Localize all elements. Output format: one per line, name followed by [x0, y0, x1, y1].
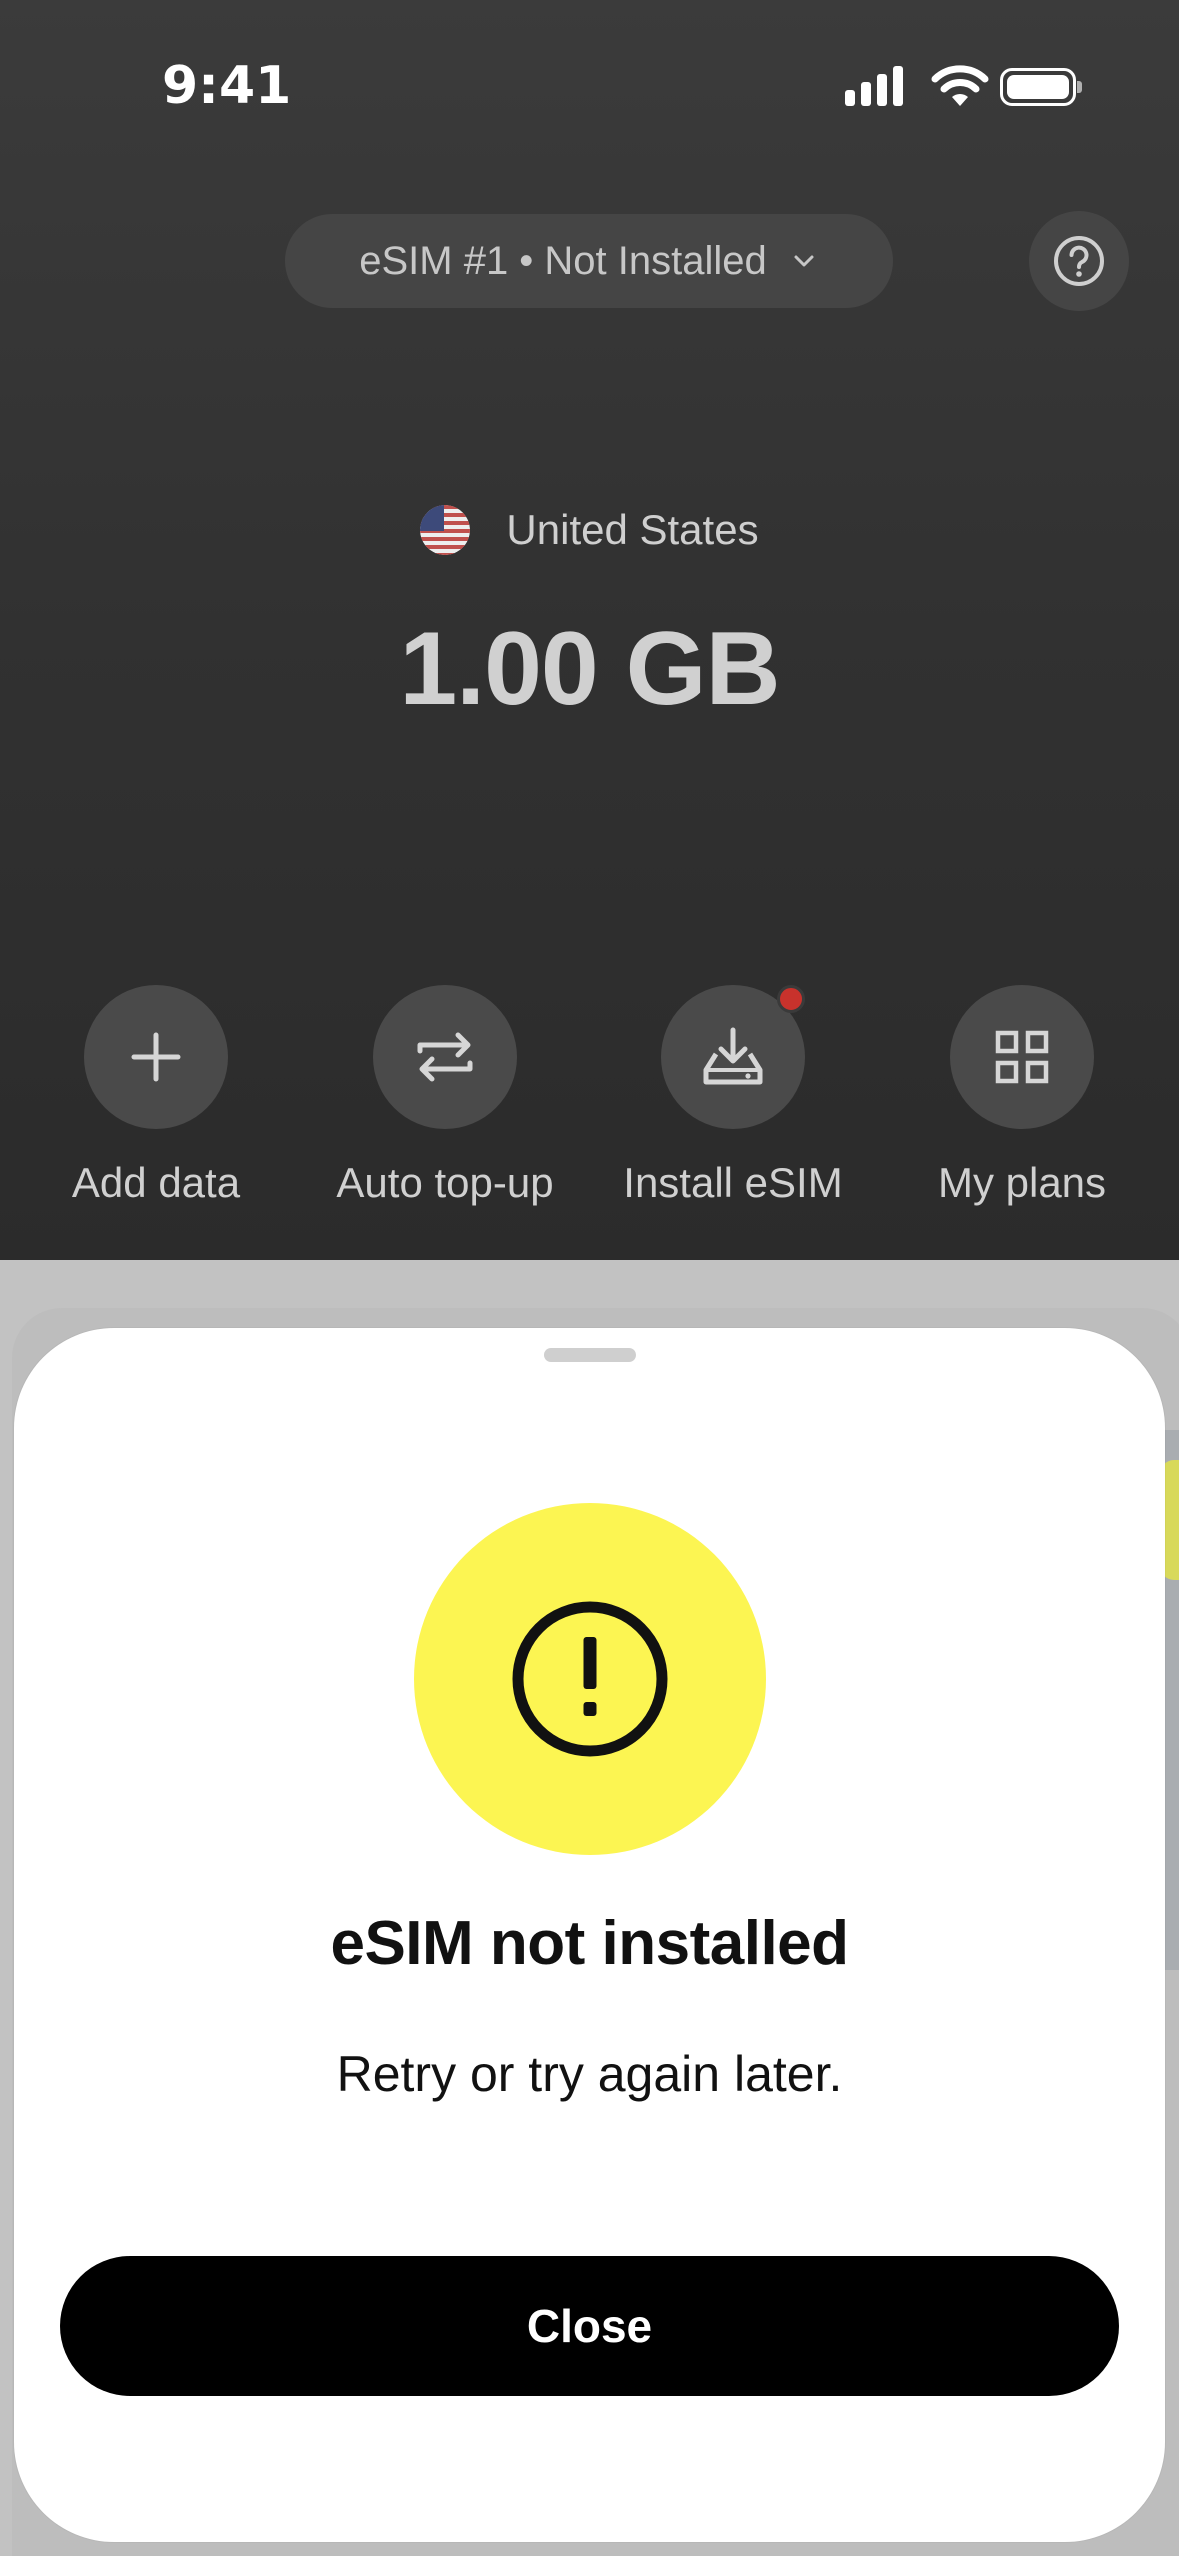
- install-esim-button[interactable]: Install eSIM: [588, 985, 878, 1207]
- battery-icon: [1000, 68, 1082, 106]
- plan-country: United States: [0, 505, 1179, 555]
- add-data-label: Add data: [71, 1159, 241, 1206]
- notification-badge: [777, 985, 805, 1013]
- download-tray-icon: [703, 1027, 763, 1085]
- my-plans-circle: [950, 985, 1094, 1129]
- sheet-title: eSIM not installed: [330, 1909, 849, 1978]
- add-data-button[interactable]: Add data: [11, 985, 301, 1207]
- status-time: 9:41: [162, 56, 292, 116]
- home-header-area: 9:41 eSIM #1 • Not Installed United Stat…: [0, 0, 1179, 1260]
- data-amount: 1.00 GB: [399, 611, 780, 727]
- my-plans-label: My plans: [937, 1159, 1107, 1206]
- action-bar: Add data Auto top-up Install eSIM My pla…: [0, 985, 1179, 1225]
- esim-selector-label: eSIM #1 • Not Installed: [359, 238, 767, 283]
- question-circle-icon: [1054, 236, 1104, 286]
- sheet-drag-handle[interactable]: [544, 1348, 636, 1362]
- exclamation-circle-icon: [512, 1601, 668, 1757]
- repeat-arrows-icon: [417, 1032, 473, 1082]
- auto-top-up-circle: [373, 985, 517, 1129]
- us-flag-icon: [420, 505, 471, 555]
- install-esim-label: Install eSIM: [623, 1159, 843, 1206]
- install-esim-circle: [661, 985, 805, 1129]
- warning-badge: [414, 1503, 766, 1855]
- esim-selector[interactable]: eSIM #1 • Not Installed: [285, 214, 893, 308]
- auto-top-up-label: Auto top-up: [336, 1159, 554, 1206]
- country-name: United States: [506, 506, 759, 553]
- chevron-down-icon: [794, 255, 814, 267]
- add-data-circle: [84, 985, 228, 1129]
- sheet-message: Retry or try again later.: [336, 2046, 843, 2102]
- status-icons: [845, 62, 1085, 112]
- my-plans-button[interactable]: My plans: [877, 985, 1167, 1207]
- error-bottom-sheet: eSIM not installed Retry or try again la…: [14, 1328, 1165, 2542]
- auto-top-up-button[interactable]: Auto top-up: [300, 985, 590, 1207]
- wifi-icon: [931, 65, 989, 106]
- grid-icon: [995, 1030, 1049, 1084]
- help-button[interactable]: [1029, 211, 1129, 311]
- plus-icon: [131, 1032, 181, 1082]
- close-button[interactable]: Close: [60, 2256, 1119, 2396]
